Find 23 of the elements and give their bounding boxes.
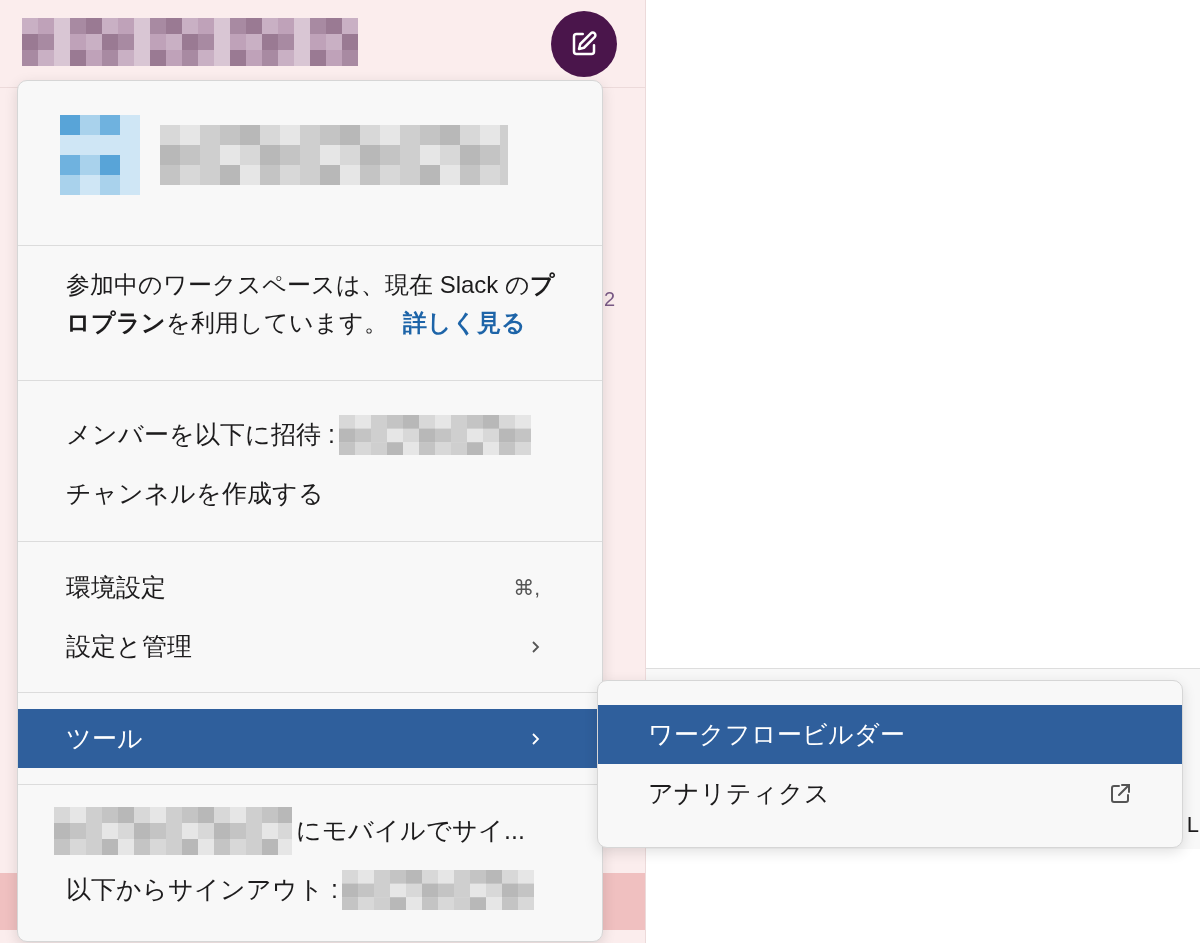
menu-item[interactable]: 設定と管理	[18, 617, 602, 676]
menu-item-label: 以下からサインアウト :	[66, 874, 338, 905]
menu-item[interactable]: ワークフロービルダー	[598, 705, 1182, 764]
menu-item[interactable]: メンバーを以下に招待 :	[18, 405, 602, 464]
unread-count: 2	[604, 288, 616, 311]
shortcut-hint: ⌘,	[513, 575, 540, 600]
menu-item[interactable]: 環境設定 ⌘,	[18, 558, 602, 617]
menu-item[interactable]: 以下からサインアウト :	[18, 860, 602, 919]
external-link-icon	[1108, 781, 1132, 806]
menu-item-label: メンバーを以下に招待 :	[66, 419, 335, 450]
menu-item-label: チャンネルを作成する	[66, 478, 324, 509]
menu-item[interactable]: チャンネルを作成する	[18, 464, 602, 523]
menu-item-label: 設定と管理	[66, 631, 192, 662]
chevron-right-icon	[530, 639, 540, 654]
menu-item-label: ワークフロービルダー	[648, 719, 905, 750]
chevron-right-icon	[530, 731, 540, 746]
menu-item-label: 環境設定	[66, 572, 166, 603]
message-text: L	[1186, 812, 1199, 838]
menu-item-label: ツール	[66, 723, 143, 754]
plan-notice: 参加中のワークスペースは、現在 Slack のプロプランを利用しています。 詳しく見る	[66, 270, 556, 338]
menu-item-label: アナリティクス	[648, 778, 830, 809]
menu-item-label: にモバイルでサイ...	[296, 815, 525, 846]
learn-more-link[interactable]: 詳しく見る	[402, 309, 526, 336]
